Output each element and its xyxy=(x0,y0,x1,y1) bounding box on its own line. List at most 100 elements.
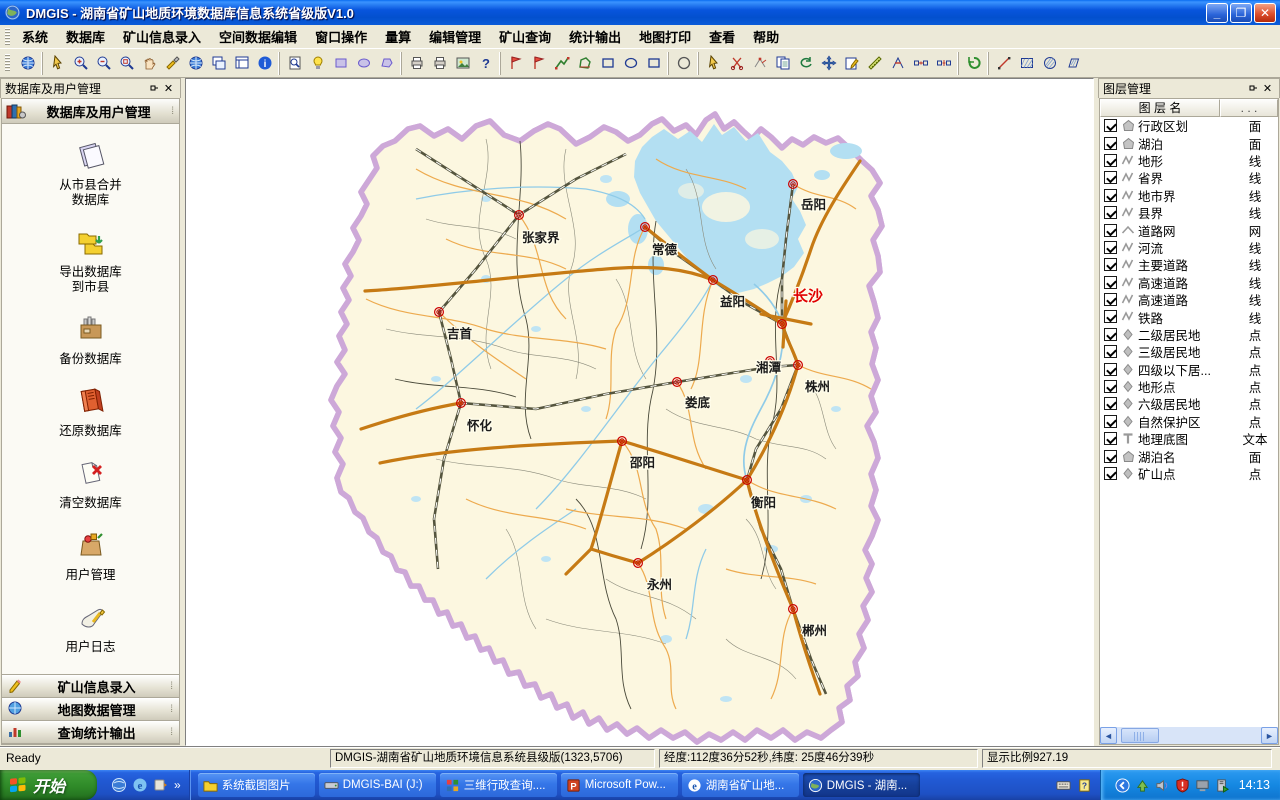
map-viewport[interactable]: 张家界常德岳阳益阳长沙吉首湘潭株州娄底怀化邵阳衡阳永州郴州 xyxy=(185,78,1094,746)
layer-row-9[interactable]: 高速道路线 xyxy=(1100,274,1278,291)
layer-checkbox[interactable] xyxy=(1104,224,1117,237)
print-icon[interactable] xyxy=(405,52,428,75)
snap-icon[interactable] xyxy=(886,52,909,75)
minimize-button[interactable]: _ xyxy=(1206,3,1228,23)
quick-launch-more-chevron[interactable]: » xyxy=(174,778,181,792)
layer-checkbox[interactable] xyxy=(1104,189,1117,202)
move-feature-icon[interactable] xyxy=(817,52,840,75)
taskbar-button-5[interactable]: DMGIS - 湖南... xyxy=(803,773,920,797)
layer-row-13[interactable]: 三级居民地点 xyxy=(1100,343,1278,360)
layer-row-2[interactable]: 地形线 xyxy=(1100,152,1278,169)
taskbar-button-2[interactable]: 三维行政查询.... xyxy=(440,773,557,797)
layer-row-5[interactable]: 县界线 xyxy=(1100,204,1278,221)
layer-row-3[interactable]: 省界线 xyxy=(1100,169,1278,186)
layer-checkbox[interactable] xyxy=(1104,137,1117,150)
menu-item-4[interactable]: 窗口操作 xyxy=(306,24,376,49)
layer-row-6[interactable]: 道路网网 xyxy=(1100,221,1278,238)
panel-bar-query-stats-output[interactable]: 查询统计输出⁞ xyxy=(2,721,179,744)
taskbar-button-3[interactable]: PMicrosoft Pow... xyxy=(561,773,678,797)
layer-checkbox[interactable] xyxy=(1104,467,1117,480)
tray-server-run-icon[interactable] xyxy=(1215,778,1230,793)
layer-checkbox[interactable] xyxy=(1104,380,1117,393)
menu-item-9[interactable]: 地图打印 xyxy=(630,24,700,49)
ellipse-select-icon[interactable] xyxy=(352,52,375,75)
close-panel-icon[interactable]: ✕ xyxy=(161,82,176,96)
edit-attribute-icon[interactable] xyxy=(840,52,863,75)
panel-item-merge-database[interactable]: 从市县合并数据库 xyxy=(2,138,179,208)
menu-item-3[interactable]: 空间数据编辑 xyxy=(210,24,306,49)
cut-feature-icon[interactable] xyxy=(725,52,748,75)
scroll-left-arrow-icon[interactable]: ◄ xyxy=(1100,727,1117,744)
print-preview-icon[interactable] xyxy=(283,52,306,75)
layer-row-14[interactable]: 四级以下居...点 xyxy=(1100,360,1278,377)
layer-row-1[interactable]: 湖泊面 xyxy=(1100,134,1278,151)
layer-row-11[interactable]: 铁路线 xyxy=(1100,308,1278,325)
show-desktop-icon[interactable] xyxy=(111,777,127,793)
toolbar-grip[interactable] xyxy=(5,54,10,72)
draw-ellipse-icon[interactable] xyxy=(619,52,642,75)
menubar-grip[interactable] xyxy=(5,28,10,46)
panel-item-backup-database[interactable]: 备份数据库 xyxy=(2,312,179,367)
layer-checkbox[interactable] xyxy=(1104,345,1117,358)
scrollbar-thumb[interactable] xyxy=(1121,728,1159,743)
panel-item-user-management[interactable]: 用户管理 xyxy=(2,528,179,583)
layer-checkbox[interactable] xyxy=(1104,328,1117,341)
layer-checkbox[interactable] xyxy=(1104,206,1117,219)
restore-button[interactable]: ❐ xyxy=(1230,3,1252,23)
panel-item-clear-database[interactable]: 清空数据库 xyxy=(2,456,179,511)
layer-checkbox[interactable] xyxy=(1104,310,1117,323)
layer-checkbox[interactable] xyxy=(1104,171,1117,184)
pan-hand-icon[interactable] xyxy=(138,52,161,75)
menu-item-7[interactable]: 矿山查询 xyxy=(490,24,560,49)
panel-bar-mine-info-entry[interactable]: 矿山信息录入⁞ xyxy=(2,675,179,698)
hatch-parallelogram-icon[interactable] xyxy=(1061,52,1084,75)
taskbar-button-4[interactable]: e湖南省矿山地... xyxy=(682,773,799,797)
measure-area-icon[interactable] xyxy=(573,52,596,75)
menu-item-11[interactable]: 帮助 xyxy=(744,24,788,49)
layer-row-8[interactable]: 主要道路线 xyxy=(1100,256,1278,273)
add-point-icon[interactable] xyxy=(504,52,527,75)
select-arrow-icon[interactable] xyxy=(46,52,69,75)
tray-security-shield-icon[interactable] xyxy=(1175,778,1190,793)
rect-select-icon[interactable] xyxy=(329,52,352,75)
move-node-icon[interactable] xyxy=(748,52,771,75)
split-feature-icon[interactable] xyxy=(932,52,955,75)
menu-item-8[interactable]: 统计输出 xyxy=(560,24,630,49)
export-image-icon[interactable] xyxy=(451,52,474,75)
zoom-extent-icon[interactable] xyxy=(115,52,138,75)
undo-icon[interactable] xyxy=(962,52,985,75)
layer-checkbox[interactable] xyxy=(1104,450,1117,463)
start-button[interactable]: 开始 xyxy=(0,770,97,800)
measure-length-icon[interactable] xyxy=(550,52,573,75)
layer-checkbox[interactable] xyxy=(1104,432,1117,445)
add-label-point-icon[interactable] xyxy=(527,52,550,75)
layer-checkbox[interactable] xyxy=(1104,241,1117,254)
layer-more-column[interactable]: . . . xyxy=(1220,99,1278,117)
menu-item-10[interactable]: 查看 xyxy=(700,24,744,49)
taskbar-button-1[interactable]: DMGIS-BAI (J:) xyxy=(319,773,436,797)
layer-checkbox[interactable] xyxy=(1104,293,1117,306)
panel-item-restore-database[interactable]: 还原数据库 xyxy=(2,384,179,439)
measure-ruler-icon[interactable] xyxy=(863,52,886,75)
ellipse-outline-icon[interactable] xyxy=(672,52,695,75)
internet-explorer-icon[interactable]: e xyxy=(132,777,148,793)
menu-item-0[interactable]: 系统 xyxy=(13,24,57,49)
group-header[interactable]: 数据库及用户管理 ⁞ xyxy=(2,99,179,124)
layer-row-10[interactable]: 高速道路线 xyxy=(1100,291,1278,308)
layer-name-column[interactable]: 图 层 名 xyxy=(1100,99,1220,117)
layer-row-7[interactable]: 河流线 xyxy=(1100,239,1278,256)
edit-select-icon[interactable] xyxy=(702,52,725,75)
layer-checkbox[interactable] xyxy=(1104,397,1117,410)
new-map-document-icon[interactable] xyxy=(16,52,39,75)
menu-item-2[interactable]: 矿山信息录入 xyxy=(114,24,210,49)
polygon-select-icon[interactable] xyxy=(375,52,398,75)
hatch-circle-icon[interactable] xyxy=(1038,52,1061,75)
layer-row-20[interactable]: 矿山点点 xyxy=(1100,465,1278,482)
pin-icon[interactable] xyxy=(146,82,161,96)
info-icon[interactable]: i xyxy=(253,52,276,75)
keyboard-layout-icon[interactable] xyxy=(1056,778,1071,793)
layer-checkbox[interactable] xyxy=(1104,119,1117,132)
panel-item-user-log[interactable]: 用户日志 xyxy=(2,600,179,655)
panel-item-export-database[interactable]: 导出数据库到市县 xyxy=(2,225,179,295)
full-view-globe-icon[interactable] xyxy=(184,52,207,75)
